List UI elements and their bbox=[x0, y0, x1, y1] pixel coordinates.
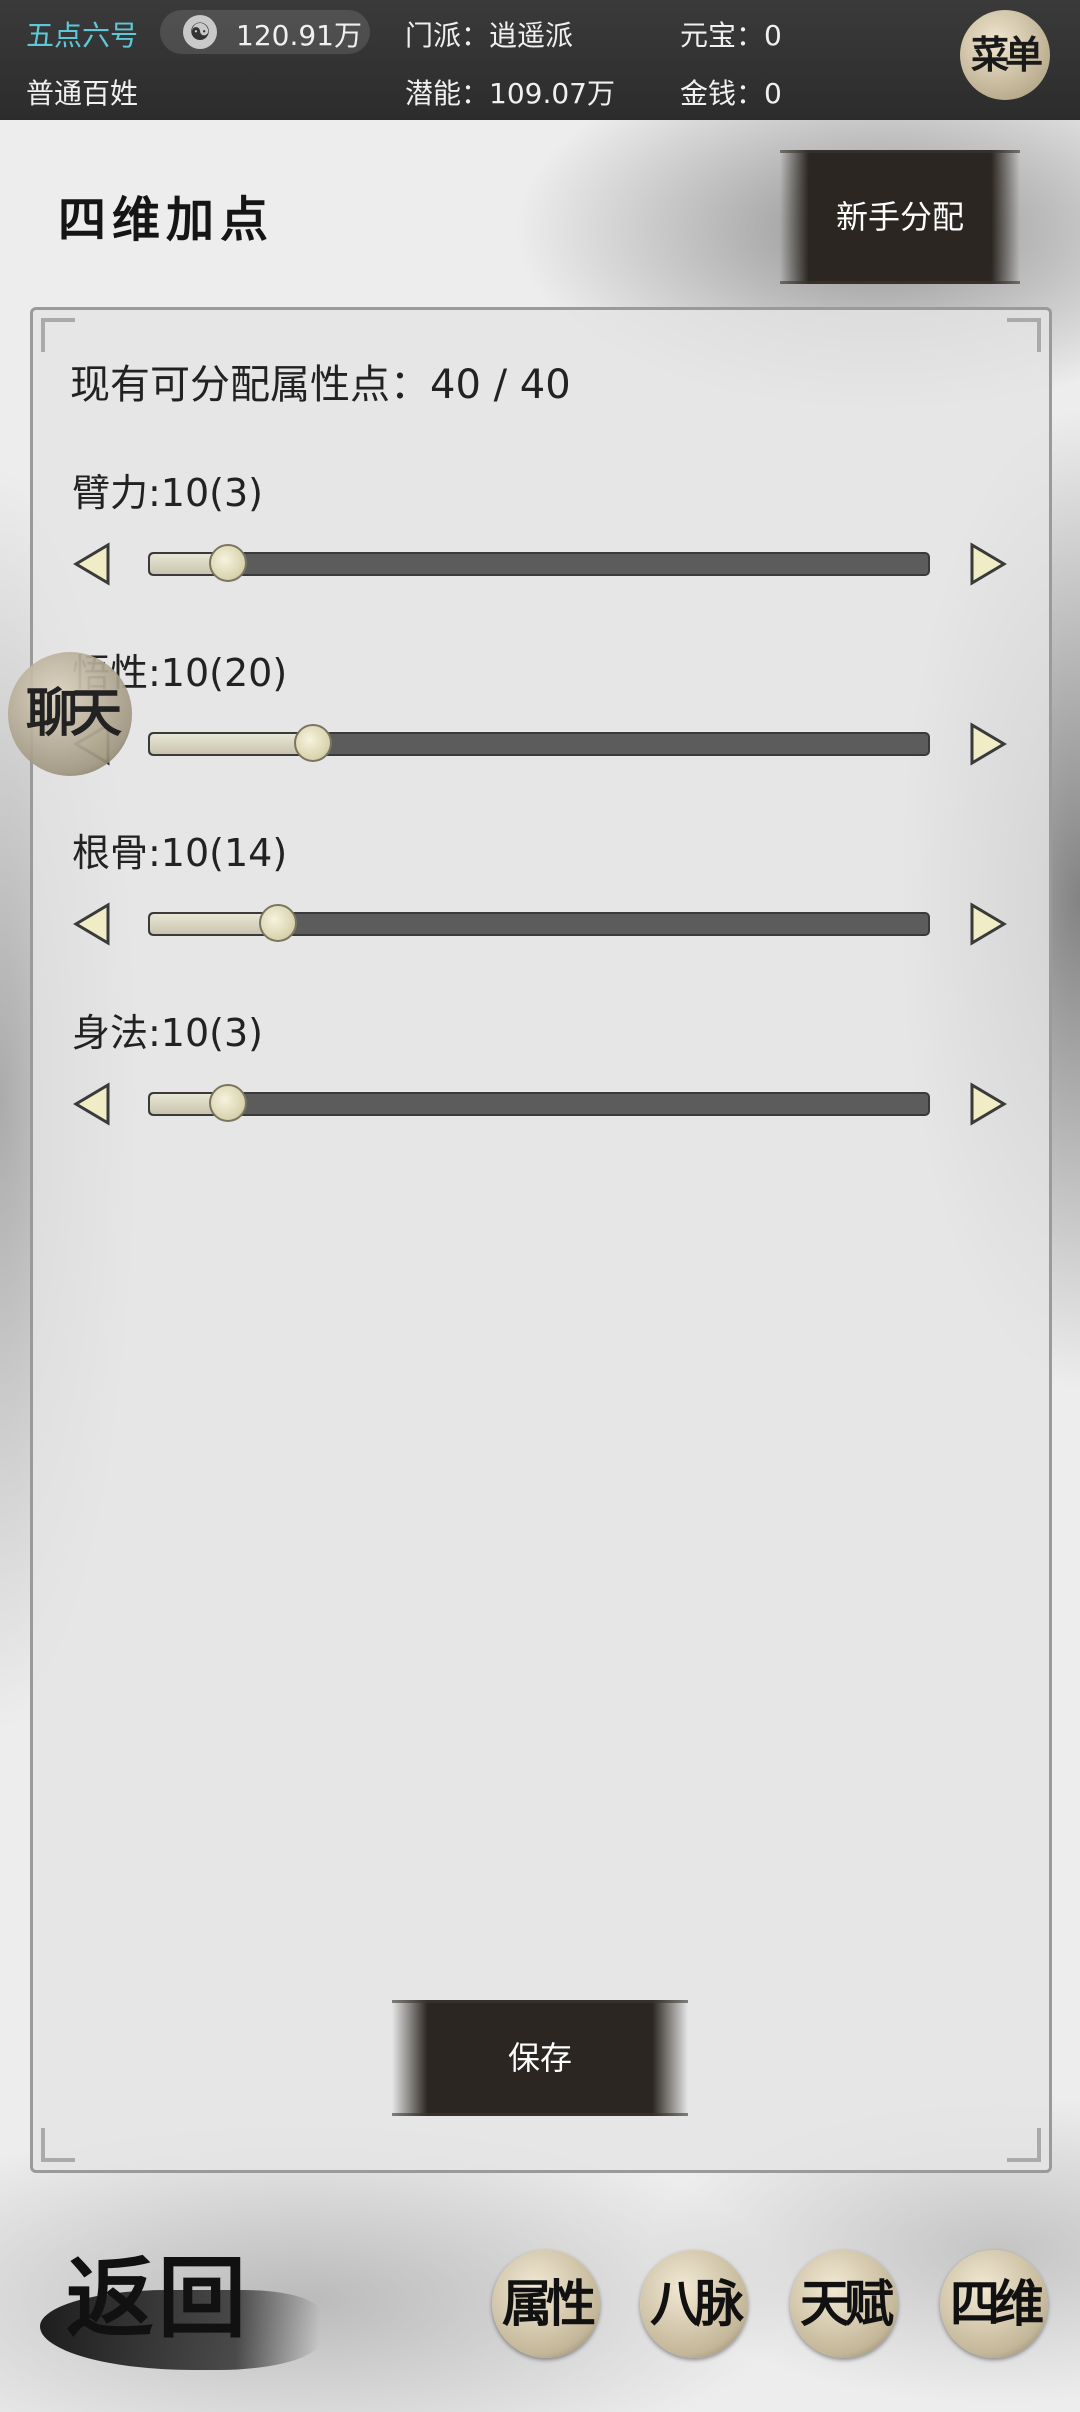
corner-ornament bbox=[1007, 2128, 1041, 2162]
potential-label: 潜能： bbox=[405, 77, 490, 110]
potential-info: 潜能：109.07万 bbox=[405, 72, 615, 112]
stat-label: 身法:10(3) bbox=[72, 1011, 263, 1055]
decrease-arrow-icon[interactable] bbox=[72, 1082, 112, 1126]
corner-ornament bbox=[41, 318, 75, 352]
status-bar: 五点六号 ☯ 120.91万 普通百姓 门派：逍遥派 潜能：109.07万 元宝… bbox=[0, 0, 1080, 120]
stat-label: 根骨:10(14) bbox=[72, 831, 288, 875]
chat-button[interactable]: 聊天 bbox=[8, 652, 132, 776]
novice-allocate-button[interactable]: 新手分配 bbox=[780, 150, 1020, 284]
decrease-arrow-icon[interactable] bbox=[72, 542, 112, 586]
tab-four-dimensions[interactable]: 四维 bbox=[940, 2250, 1048, 2358]
coin-icon: ☯ bbox=[183, 15, 217, 49]
back-button[interactable]: 返回 bbox=[66, 2228, 250, 2355]
potential-value: 109.07万 bbox=[489, 77, 615, 110]
available-points: 现有可分配属性点：40 / 40 bbox=[70, 352, 571, 410]
attribute-panel bbox=[30, 307, 1052, 2173]
menu-button[interactable]: 菜单 bbox=[960, 10, 1050, 100]
slider-fill bbox=[150, 734, 314, 754]
available-points-value: 40 / 40 bbox=[430, 362, 571, 408]
increase-arrow-icon[interactable] bbox=[968, 722, 1008, 766]
yuanbao-value: 0 bbox=[764, 19, 782, 52]
sect-info: 门派：逍遥派 bbox=[405, 14, 573, 54]
yuanbao-label: 元宝： bbox=[680, 19, 765, 52]
corner-ornament bbox=[41, 2128, 75, 2162]
coin-value: 120.91万 bbox=[236, 19, 362, 52]
stat-slider-track[interactable] bbox=[148, 724, 930, 762]
stat-slider-track[interactable] bbox=[148, 544, 930, 582]
slider-knob[interactable] bbox=[208, 1084, 247, 1122]
stat-slider-track[interactable] bbox=[148, 1084, 930, 1122]
yuanbao-info: 元宝：0 bbox=[680, 14, 782, 54]
slider-knob[interactable] bbox=[208, 544, 247, 582]
tab-talents[interactable]: 天赋 bbox=[790, 2250, 898, 2358]
increase-arrow-icon[interactable] bbox=[968, 1082, 1008, 1126]
page-title: 四维加点 bbox=[58, 192, 275, 248]
player-name: 五点六号 bbox=[26, 19, 139, 52]
corner-ornament bbox=[1007, 318, 1041, 352]
tab-meridians[interactable]: 八脉 bbox=[640, 2250, 748, 2358]
player-rank: 普通百姓 bbox=[26, 77, 139, 110]
stat-slider-track[interactable] bbox=[148, 904, 930, 942]
money-info: 金钱：0 bbox=[680, 72, 782, 112]
sect-label: 门派： bbox=[405, 19, 490, 52]
tab-attributes[interactable]: 属性 bbox=[492, 2250, 600, 2358]
available-points-label: 现有可分配属性点： bbox=[70, 362, 430, 408]
stat-label: 臂力:10(3) bbox=[72, 471, 263, 515]
save-button[interactable]: 保存 bbox=[392, 2000, 688, 2116]
money-label: 金钱： bbox=[680, 77, 765, 110]
increase-arrow-icon[interactable] bbox=[968, 902, 1008, 946]
sect-value: 逍遥派 bbox=[489, 19, 574, 52]
decrease-arrow-icon[interactable] bbox=[72, 902, 112, 946]
money-value: 0 bbox=[764, 77, 782, 110]
increase-arrow-icon[interactable] bbox=[968, 542, 1008, 586]
